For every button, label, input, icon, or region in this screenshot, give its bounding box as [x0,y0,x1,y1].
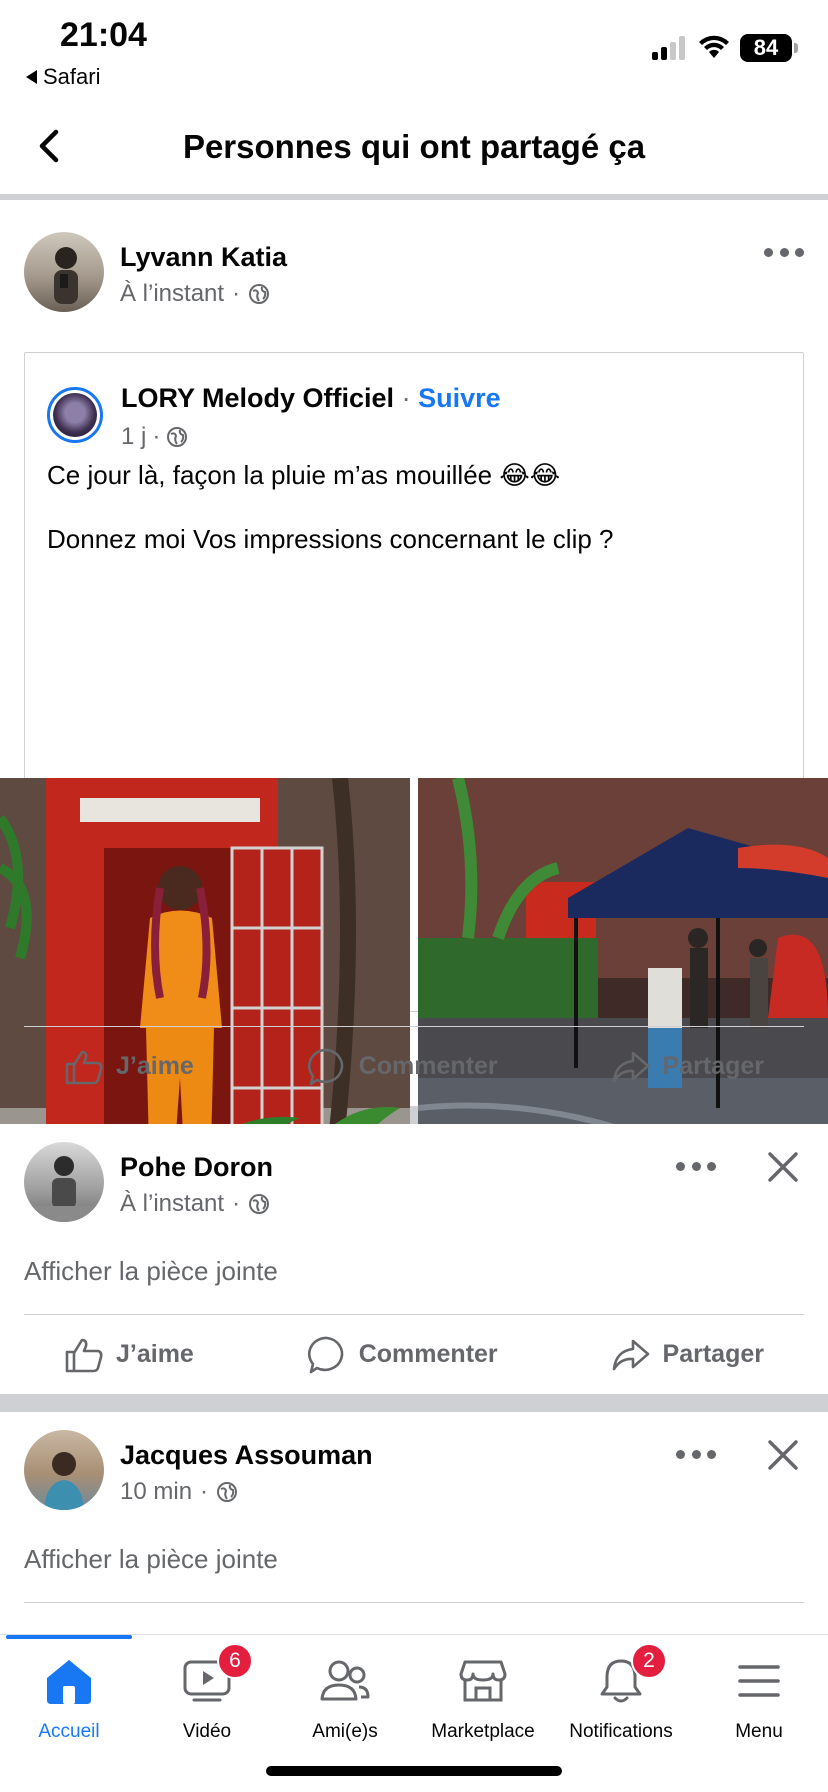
post-author[interactable]: Lyvann Katia [120,242,287,273]
person-silhouette-icon [54,247,78,304]
comment-button[interactable]: Commenter [307,1335,498,1375]
post-actions: J’aime Commenter Partager [24,1314,804,1394]
thumbs-up-icon [65,1338,103,1372]
close-icon[interactable] [766,1438,800,1472]
post-meta: À l’instant · [120,280,270,308]
post-meta: 10 min · [120,1478,238,1506]
post-author[interactable]: Pohe Doron [120,1152,273,1183]
comment-label: Commenter [358,1052,498,1080]
like-label: J’aime [116,1340,194,1368]
battery-icon: 84 [740,34,798,62]
like-button[interactable]: J’aime [64,1049,194,1085]
comment-icon [307,1048,343,1085]
shared-author-line: LORY Melody Officiel · Suivre [121,383,501,414]
more-options-icon[interactable] [764,248,804,258]
tab-label: Ami(e)s [312,1721,378,1742]
tab-label: Marketplace [431,1721,535,1742]
signal-icon [652,36,685,60]
share-label: Partager [662,1052,764,1080]
shares-feed[interactable]: Lyvann Katia À l’instant · LORY Melody O… [0,206,828,1634]
bell-icon: 2 [593,1643,667,1709]
like-label: J’aime [116,1052,194,1080]
tab-notifications[interactable]: 2 Notifications [552,1643,690,1743]
meta-separator: · [200,1478,209,1505]
share-post: Jacques Assouman 10 min · Afficher la pi… [0,1412,828,1634]
tab-marketplace[interactable]: Marketplace [414,1653,552,1743]
post-actions: J’aime Commenter Partager [24,1026,804,1106]
tab-video[interactable]: 6 Vidéo [138,1643,276,1743]
share-arrow-icon [612,1051,649,1082]
tab-menu[interactable]: Menu [690,1653,828,1743]
comment-button[interactable]: Commenter [307,1047,498,1087]
page-title: Personnes qui ont partagé ça [182,128,646,165]
more-options-icon[interactable] [676,1450,716,1460]
globe-icon [217,1482,238,1502]
comment-icon [307,1336,343,1373]
thumbs-up-icon [65,1050,103,1084]
home-indicator[interactable] [266,1766,562,1776]
share-button[interactable]: Partager [611,1337,764,1373]
friends-icon [317,1653,373,1709]
battery-level: 84 [753,35,779,60]
post-author[interactable]: Jacques Assouman [120,1440,373,1471]
show-attachment-link[interactable]: Afficher la pièce jointe [24,1544,278,1575]
shared-meta: 1 j · [121,423,188,451]
page-header: Personnes qui ont partagé ça [0,92,828,200]
shared-time: 1 j [121,423,147,450]
post-meta: À l’instant · [120,1190,270,1218]
like-button[interactable]: J’aime [64,1337,194,1373]
avatar[interactable] [24,1430,104,1510]
tab-label: Menu [735,1721,783,1742]
marketplace-icon [455,1653,511,1709]
meta-separator: · [232,280,241,307]
tab-home[interactable]: Accueil [0,1653,138,1743]
video-badge: 6 [217,1643,253,1679]
shared-caption-line: Ce jour là, façon la pluie m’as mouillée… [47,460,561,490]
divider [24,1602,804,1603]
shared-caption-line: Donnez moi Vos impressions concernant le… [47,524,614,554]
back-to-safari[interactable]: Safari [26,64,100,90]
shared-author[interactable]: LORY Melody Officiel [121,383,394,413]
person-silhouette-icon [24,1156,104,1222]
share-arrow-icon [612,1339,649,1370]
back-triangle-icon [26,70,37,84]
post-time: 10 min [120,1478,193,1505]
wifi-icon [699,35,729,58]
share-post: Pohe Doron À l’instant · Afficher la piè… [0,1124,828,1394]
follow-button[interactable]: Suivre [418,383,501,413]
post-time: À l’instant [120,1190,225,1217]
home-icon [41,1653,97,1709]
post-time: À l’instant [120,280,225,307]
avatar[interactable] [24,232,104,312]
tab-label: Notifications [569,1721,673,1742]
back-app-label: Safari [43,64,101,89]
comment-label: Commenter [358,1340,498,1368]
video-icon: 6 [179,1643,253,1709]
shared-separator: · [401,383,411,413]
globe-icon [249,284,270,304]
menu-icon [731,1653,787,1709]
more-options-icon[interactable] [676,1162,716,1172]
globe-icon [249,1194,270,1214]
person-silhouette-icon [44,1452,84,1510]
meta-separator: · [232,1190,241,1217]
close-icon[interactable] [766,1150,800,1184]
share-label: Partager [662,1340,764,1368]
share-post: Lyvann Katia À l’instant · LORY Melody O… [0,206,828,1192]
status-bar: 21:04 Safari 84 [0,0,828,92]
tab-label: Vidéo [182,1721,232,1742]
globe-icon [167,427,188,447]
shared-avatar[interactable] [47,387,103,443]
show-attachment-link[interactable]: Afficher la pièce jointe [24,1256,278,1287]
status-time: 21:04 [60,16,147,54]
share-button[interactable]: Partager [611,1049,764,1085]
avatar[interactable] [24,1142,104,1222]
tab-friends[interactable]: Ami(e)s [276,1653,414,1743]
active-tab-indicator [6,1635,132,1639]
notifications-badge: 2 [631,1643,667,1679]
meta-separator: · [152,423,161,450]
tab-label: Accueil [38,1721,100,1742]
